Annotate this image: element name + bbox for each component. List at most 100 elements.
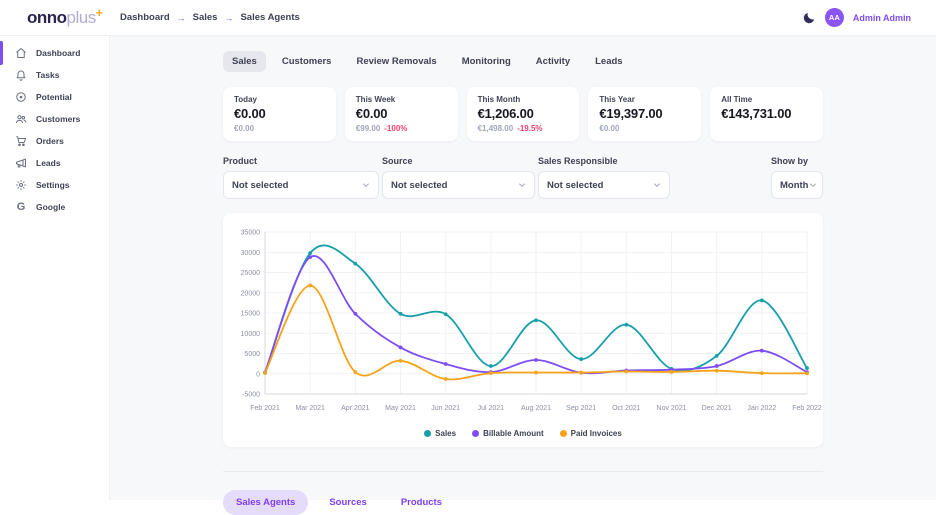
legend-item-sales[interactable]: Sales — [424, 429, 456, 438]
user-name[interactable]: Admin Admin — [853, 13, 911, 23]
breadcrumb-item-sales-agents[interactable]: Sales Agents — [240, 12, 299, 23]
x-axis-tick: Aug 2021 — [521, 405, 551, 412]
dark-mode-moon-icon[interactable] — [802, 11, 816, 25]
legend-item-billable-amount[interactable]: Billable Amount — [472, 429, 544, 438]
data-point-billable-amount — [759, 348, 764, 353]
breadcrumb-arrow-icon: → — [224, 12, 234, 23]
product-filter: Product Not selected — [223, 156, 379, 199]
legend-label: Paid Invoices — [570, 429, 622, 438]
tab-customers[interactable]: Customers — [273, 51, 341, 72]
data-point-paid-invoices — [624, 369, 629, 374]
source-label: Source — [382, 156, 413, 166]
sidebar-item-potential[interactable]: Potential — [0, 86, 109, 108]
megaphone-icon — [15, 157, 27, 169]
logo-text-light: plus — [66, 7, 97, 27]
data-point-paid-invoices — [488, 371, 493, 376]
stat-card-this-year: This Year €19,397.00 €0.00 — [588, 87, 702, 141]
tab-leads[interactable]: Leads — [586, 51, 631, 72]
tab-activity[interactable]: Activity — [527, 51, 579, 72]
sidebar-item-label: Customers — [36, 114, 81, 124]
bottom-tab-products[interactable]: Products — [388, 490, 455, 515]
filters-row: Product Not selected Source Not selected Sal… — [223, 156, 823, 199]
stat-previous-value: €1,498.00 -19.5% — [477, 124, 543, 133]
sidebar-item-label: Potential — [36, 92, 72, 102]
data-point-sales — [714, 354, 719, 358]
sidebar-item-tasks[interactable]: Tasks — [0, 64, 109, 86]
data-point-sales — [759, 298, 764, 303]
data-point-sales — [534, 318, 538, 323]
legend-item-paid-invoices[interactable]: Paid Invoices — [559, 429, 622, 438]
data-point-sales — [805, 366, 809, 370]
x-axis-tick: Dec 2021 — [702, 405, 732, 412]
tab-sales[interactable]: Sales — [223, 51, 266, 72]
legend-dot-icon — [472, 430, 480, 437]
breadcrumb-item-sales[interactable]: Sales — [193, 12, 218, 23]
source-select[interactable]: Not selected — [382, 171, 535, 199]
y-axis-tick: 5000 — [244, 351, 260, 358]
data-point-paid-invoices — [669, 370, 674, 374]
bottom-tab-sources[interactable]: Sources — [316, 490, 380, 515]
tab-review-removals[interactable]: Review Removals — [347, 51, 445, 72]
logo-plus-mark: + — [95, 5, 103, 20]
app-logo[interactable]: onno plus + — [0, 5, 110, 28]
show-by-filter: Show by Month — [771, 156, 823, 199]
sidebar-item-label: Dashboard — [36, 48, 81, 58]
stat-previous-value: €0.00 — [599, 124, 620, 133]
y-axis-tick: 10000 — [241, 331, 261, 338]
sidebar-item-label: Orders — [36, 136, 64, 146]
show-by-selected-value: Month — [780, 179, 809, 191]
sidebar-item-label: Settings — [36, 180, 70, 190]
stat-label: This Month — [477, 95, 521, 104]
bottom-tabs: Sales Agents Sources Products — [223, 490, 823, 515]
stat-value: €0.00 — [234, 106, 266, 121]
x-axis-tick: May 2021 — [385, 405, 416, 412]
show-by-select[interactable]: Month — [771, 171, 823, 199]
product-select[interactable]: Not selected — [223, 171, 379, 199]
sales-responsible-select[interactable]: Not selected — [538, 171, 670, 199]
stats-cards: Today €0.00 €0.00 This Week €0.00 €99.00 -100%… — [223, 87, 823, 141]
sidebar-item-label: Leads — [36, 158, 61, 168]
sidebar-item-leads[interactable]: Leads — [0, 152, 109, 174]
data-point-paid-invoices — [263, 371, 267, 375]
y-axis-tick: 20000 — [241, 290, 261, 297]
data-point-billable-amount — [353, 311, 358, 316]
breadcrumb-item-dashboard[interactable]: Dashboard — [120, 12, 170, 23]
chevron-down-icon — [362, 181, 370, 189]
sales-responsible-selected-value: Not selected — [547, 179, 604, 191]
data-point-paid-invoices — [353, 370, 358, 375]
y-axis-tick: 15000 — [241, 311, 261, 318]
stat-card-this-month: This Month €1,206.00 €1,498.00 -19.5% — [466, 87, 580, 141]
stat-value: €143,731.00 — [721, 106, 792, 121]
sales-responsible-filter: Sales Responsible Not selected — [538, 156, 670, 199]
sidebar-item-settings[interactable]: Settings — [0, 174, 109, 196]
sidebar-item-google[interactable]: G Google — [0, 196, 109, 218]
y-axis-tick: -5000 — [242, 392, 260, 399]
sidebar-item-orders[interactable]: Orders — [0, 130, 109, 152]
avatar[interactable]: AA — [824, 8, 844, 27]
x-axis-tick: Apr 2021 — [341, 405, 370, 412]
x-axis-tick: Feb 2021 — [250, 405, 280, 412]
stat-label: All Time — [721, 95, 753, 104]
top-header: onno plus + Dashboard → Sales → Sales Agents A… — [0, 0, 936, 36]
data-point-paid-invoices — [579, 370, 584, 375]
data-point-paid-invoices — [398, 358, 403, 363]
bottom-tab-sales-agents[interactable]: Sales Agents — [223, 490, 309, 515]
y-axis-tick: 25000 — [241, 270, 261, 277]
stat-value: €1,206.00 — [477, 106, 534, 121]
data-point-sales — [488, 364, 493, 368]
stat-previous-value: €0.00 — [234, 124, 255, 133]
y-axis-tick: 35000 — [241, 230, 261, 237]
stat-value: €19,397.00 — [599, 106, 663, 121]
stat-card-today: Today €0.00 €0.00 — [223, 87, 336, 141]
bell-icon — [15, 69, 27, 81]
sidebar-item-dashboard[interactable]: Dashboard — [0, 41, 109, 65]
sidebar-item-customers[interactable]: Customers — [0, 108, 109, 130]
data-point-sales — [398, 311, 403, 316]
tab-monitoring[interactable]: Monitoring — [453, 51, 520, 72]
data-point-billable-amount — [714, 364, 719, 368]
data-point-sales — [353, 261, 358, 266]
chevron-down-icon — [518, 181, 526, 189]
header-right: AA Admin Admin — [802, 8, 936, 27]
data-point-billable-amount — [443, 362, 448, 366]
show-by-label: Show by — [771, 156, 809, 166]
